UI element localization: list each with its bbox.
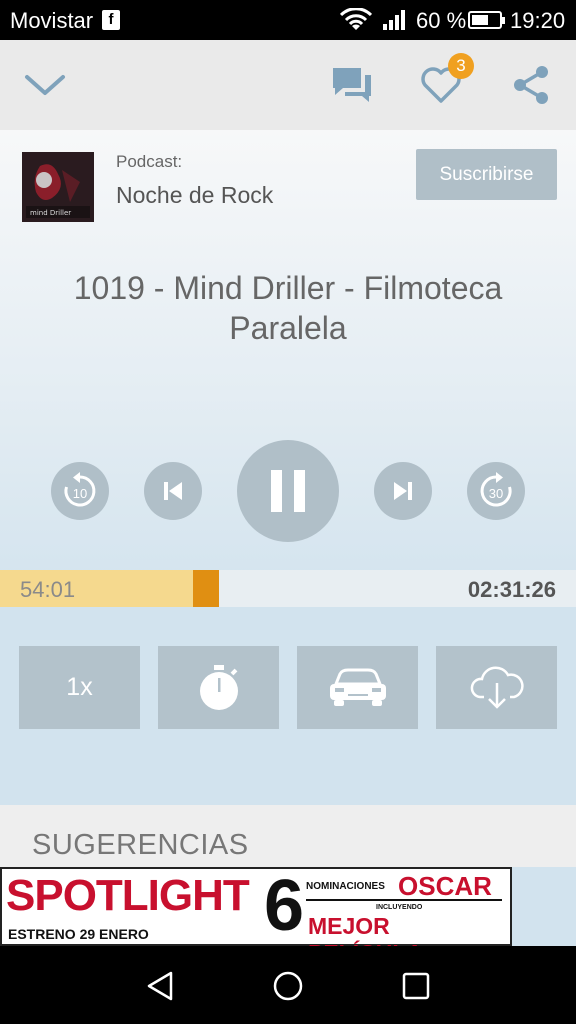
battery-percent: 60 % <box>416 8 467 33</box>
carrier-name: Movistar <box>10 8 94 33</box>
car-mode-button[interactable] <box>297 646 418 729</box>
episode-title: 1019 - Mind Driller - Filmoteca Paralela <box>73 270 503 346</box>
ad-divider <box>306 899 502 901</box>
subscribe-button[interactable]: Suscribirse <box>416 149 557 200</box>
cloud-download-icon <box>470 666 524 709</box>
top-toolbar: 3 <box>0 40 576 130</box>
ad-nominations: NOMINACIONES <box>306 881 385 892</box>
ad-banner-area: SPOTLIGHT ESTRENO 29 ENERO 6 NOMINACIONE… <box>0 866 576 946</box>
wifi-icon <box>339 7 373 38</box>
download-button[interactable] <box>436 646 557 729</box>
elapsed-time: 54:01 <box>20 577 76 602</box>
skip-previous-icon <box>164 482 182 500</box>
rewind-button[interactable]: 10 <box>51 462 109 520</box>
favorites-badge: 3 <box>448 53 474 79</box>
playback-speed-button[interactable]: 1x <box>19 646 140 729</box>
battery-icon <box>468 11 505 29</box>
clock: 19:20 <box>510 8 566 33</box>
ad-award: OSCAR <box>398 871 492 901</box>
recents-icon[interactable] <box>396 966 436 1006</box>
podcast-name[interactable]: Noche de Rock <box>116 182 273 209</box>
home-icon[interactable] <box>268 966 308 1006</box>
forward-icon: 30 <box>480 472 512 507</box>
car-mode-icon <box>329 668 386 706</box>
player-header: mind Driller Podcast: Noche de Rock Susc… <box>0 130 576 610</box>
forward-button[interactable]: 30 <box>467 462 525 520</box>
seek-bar-handle[interactable] <box>193 570 219 607</box>
status-bar: Movistar f 60 % 19:20 <box>0 0 576 40</box>
back-icon[interactable] <box>140 966 180 1006</box>
ad-best-picture: MEJOR PELÍCULA <box>308 913 423 946</box>
playback-speed-label: 1x <box>66 673 93 701</box>
carrier-icon: f <box>102 10 120 30</box>
chat-icon[interactable] <box>327 60 377 110</box>
sleep-timer-button[interactable] <box>158 646 279 729</box>
player-screen: 3 mind Driller Podcast: Noche de Rock Su… <box>0 40 576 946</box>
total-time: 02:31:26 <box>467 577 556 602</box>
signal-icon <box>382 8 408 38</box>
navigation-bar <box>0 946 576 1024</box>
rewind-seconds: 10 <box>73 486 87 501</box>
ad-nomination-count: 6 <box>264 866 305 946</box>
share-icon[interactable] <box>506 60 556 110</box>
pause-button[interactable] <box>237 440 339 542</box>
ad-release-date: ESTRENO 29 ENERO <box>8 926 149 942</box>
previous-button[interactable] <box>144 462 202 520</box>
suggestions-title: SUGERENCIAS <box>32 829 249 861</box>
seek-bar[interactable]: 54:01 02:31:26 <box>0 570 576 607</box>
skip-next-icon <box>394 482 412 500</box>
rewind-icon: 10 <box>64 472 96 507</box>
podcast-artwork[interactable]: mind Driller <box>22 152 94 222</box>
forward-seconds: 30 <box>489 486 503 501</box>
battery-level <box>472 15 488 25</box>
ad-including: INCLUYENDO <box>376 904 423 911</box>
podcast-label: Podcast: <box>116 152 183 171</box>
artwork-text: mind Driller <box>30 209 71 217</box>
next-button[interactable] <box>374 462 432 520</box>
chevron-down-icon[interactable] <box>20 60 70 110</box>
pause-icon <box>271 470 305 512</box>
ad-banner[interactable]: SPOTLIGHT ESTRENO 29 ENERO 6 NOMINACIONE… <box>0 866 512 946</box>
sleep-timer-icon <box>199 664 238 710</box>
ad-headline: SPOTLIGHT <box>6 871 250 920</box>
